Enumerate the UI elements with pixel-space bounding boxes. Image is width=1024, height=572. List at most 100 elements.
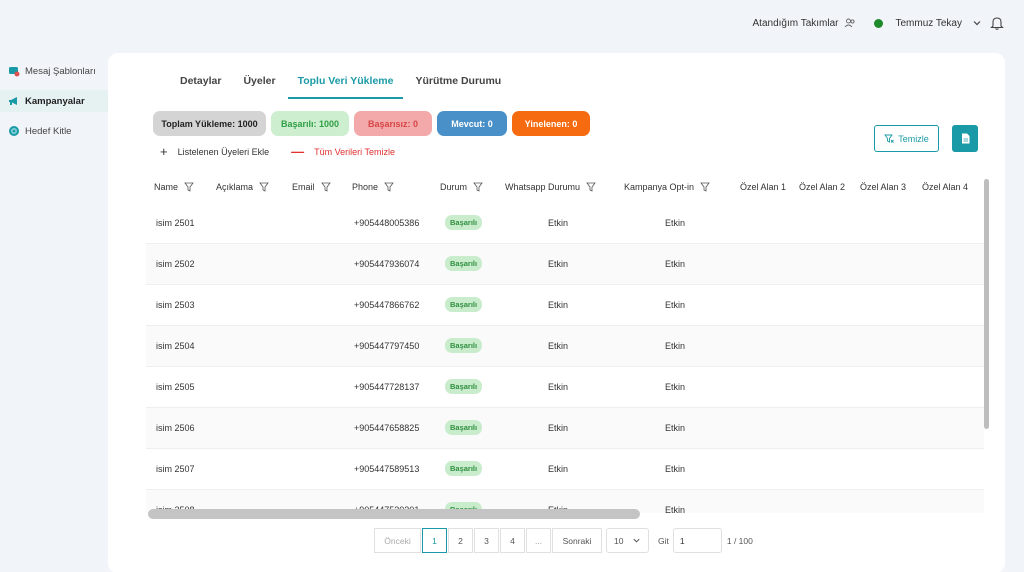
message-template-icon (9, 67, 20, 77)
sidebar-item-label: Mesaj Şablonları (25, 65, 96, 77)
assigned-teams[interactable]: Atandığım Takımlar (753, 17, 857, 29)
status-badge: Başarılı (445, 256, 483, 271)
column-description: Açıklama (216, 182, 269, 192)
duplicate-badge[interactable]: Yinelenen: 0 (512, 111, 590, 136)
filter-clear-icon (884, 134, 895, 143)
success-badge[interactable]: Başarılı: 1000 (271, 111, 349, 136)
pagination: Önceki 1 2 3 4 ... Sonraki 10 Git 1 / 10… (374, 528, 753, 553)
filter-icon[interactable] (320, 182, 331, 192)
upload-stats: Toplam Yükleme: 1000 Başarılı: 1000 Başa… (153, 111, 595, 136)
page-button-3[interactable]: 3 (474, 528, 499, 553)
failed-badge[interactable]: Başarısız: 0 (354, 111, 432, 136)
bulk-actions: + Listelenen Üyeleri Ekle — Tüm Verileri… (160, 144, 417, 159)
sidebar-item-label: Kampanyalar (25, 95, 85, 107)
status-badge: Başarılı (445, 420, 483, 435)
filter-icon[interactable] (259, 182, 269, 192)
filter-icon[interactable] (384, 182, 394, 192)
top-bar: Atandığım Takımlar Temmuz Tekay (0, 0, 1024, 46)
filter-icon[interactable] (184, 182, 194, 192)
table-row[interactable]: isim 2506 +905447658825 Başarılı Etkin E… (146, 408, 984, 449)
cell-phone: +905447658825 (354, 423, 420, 433)
chevron-down-icon (633, 538, 640, 543)
minus-icon: — (291, 144, 305, 159)
cell-optin: Etkin (665, 259, 686, 269)
cell-phone: +905448005386 (354, 218, 420, 228)
filter-icon[interactable] (700, 182, 710, 192)
cell-phone: +905447728137 (354, 382, 420, 392)
filter-icon[interactable] (586, 182, 596, 192)
page-ellipsis[interactable]: ... (526, 528, 551, 553)
total-pages: 1 / 100 (726, 535, 753, 546)
tab-bar: Detaylar Üyeler Toplu Veri Yükleme Yürüt… (170, 67, 513, 99)
cell-name: isim 2502 (156, 259, 195, 269)
cell-phone: +905447797450 (354, 341, 420, 351)
bell-icon[interactable] (990, 15, 1004, 31)
cell-whatsapp: Etkin (548, 382, 569, 392)
total-upload-badge[interactable]: Toplam Yükleme: 1000 (153, 111, 266, 136)
table-row[interactable]: isim 2501 +905448005386 Başarılı Etkin E… (146, 203, 984, 244)
target-icon (9, 126, 19, 136)
sidebar-item-message-templates[interactable]: Mesaj Şablonları (0, 60, 110, 82)
add-listed-members-button[interactable]: + Listelenen Üyeleri Ekle (160, 145, 269, 158)
status-badge: Başarılı (445, 461, 483, 476)
cell-whatsapp: Etkin (548, 464, 569, 474)
sidebar-item-audience[interactable]: Hedef Kitle (0, 120, 110, 142)
export-document-button[interactable] (952, 125, 978, 152)
next-page-button[interactable]: Sonraki (552, 528, 602, 553)
page-size-select[interactable]: 10 (606, 528, 649, 553)
table-header: Name Açıklama Email Phone Durum Whatsapp… (146, 173, 984, 203)
goto-page-input[interactable] (672, 528, 722, 553)
column-custom-2: Özel Alan 2 (799, 182, 846, 192)
column-whatsapp-status: Whatsapp Durumu (505, 182, 596, 192)
cell-name: isim 2505 (156, 382, 195, 392)
page-button-2[interactable]: 2 (448, 528, 473, 553)
page-button-1[interactable]: 1 (422, 528, 447, 553)
tab-details[interactable]: Detaylar (170, 67, 231, 99)
cell-optin: Etkin (665, 505, 686, 513)
tab-members[interactable]: Üyeler (233, 67, 285, 99)
table-row[interactable]: isim 2504 +905447797450 Başarılı Etkin E… (146, 326, 984, 367)
clear-filters-button[interactable]: Temizle (874, 125, 939, 152)
column-campaign-optin: Kampanya Opt-in (624, 182, 710, 192)
megaphone-icon (9, 97, 17, 105)
page-size-value: 10 (614, 535, 624, 546)
assigned-teams-label: Atandığım Takımlar (752, 17, 839, 29)
table-row[interactable]: isim 2505 +905447728137 Başarılı Etkin E… (146, 367, 984, 408)
tab-bulk-upload[interactable]: Toplu Veri Yükleme (287, 67, 404, 99)
main-card: Detaylar Üyeler Toplu Veri Yükleme Yürüt… (108, 53, 1005, 572)
table-row[interactable]: isim 2502 +905447936074 Başarılı Etkin E… (146, 244, 984, 285)
cell-name: isim 2503 (156, 300, 195, 310)
cell-optin: Etkin (665, 218, 686, 228)
cell-phone: +905447589513 (354, 464, 420, 474)
horizontal-scrollbar[interactable] (148, 509, 640, 519)
user-name: Temmuz Tekay (895, 17, 962, 29)
goto-label: Git (658, 535, 669, 546)
table-row[interactable]: isim 2503 +905447866762 Başarılı Etkin E… (146, 285, 984, 326)
table-row[interactable]: isim 2507 +905447589513 Başarılı Etkin E… (146, 449, 984, 490)
cell-optin: Etkin (665, 300, 686, 310)
cell-name: isim 2501 (156, 218, 195, 228)
members-table: Name Açıklama Email Phone Durum Whatsapp… (146, 173, 984, 513)
clear-all-data-button[interactable]: — Tüm Verileri Temizle (291, 144, 395, 159)
cell-optin: Etkin (665, 423, 686, 433)
cell-optin: Etkin (665, 382, 686, 392)
sidebar-item-campaigns[interactable]: Kampanyalar (0, 90, 110, 112)
vertical-scrollbar[interactable] (984, 179, 989, 429)
user-menu[interactable]: Temmuz Tekay (895, 18, 982, 29)
column-phone: Phone (352, 182, 394, 192)
cell-whatsapp: Etkin (548, 300, 569, 310)
cell-optin: Etkin (665, 341, 686, 351)
column-custom-1: Özel Alan 1 (740, 182, 787, 192)
page-button-4[interactable]: 4 (500, 528, 525, 553)
existing-badge[interactable]: Mevcut: 0 (437, 111, 507, 136)
cell-whatsapp: Etkin (548, 423, 569, 433)
tab-execution-status[interactable]: Yürütme Durumu (405, 67, 511, 99)
filter-icon[interactable] (473, 182, 483, 192)
sidebar: Mesaj Şablonları Kampanyalar Hedef Kitle (0, 60, 110, 150)
status-badge: Başarılı (445, 297, 483, 312)
column-custom-3: Özel Alan 3 (860, 182, 907, 192)
chevron-down-icon (973, 21, 981, 26)
cell-whatsapp: Etkin (548, 259, 569, 269)
prev-page-button[interactable]: Önceki (374, 528, 421, 553)
cell-whatsapp: Etkin (548, 218, 569, 228)
